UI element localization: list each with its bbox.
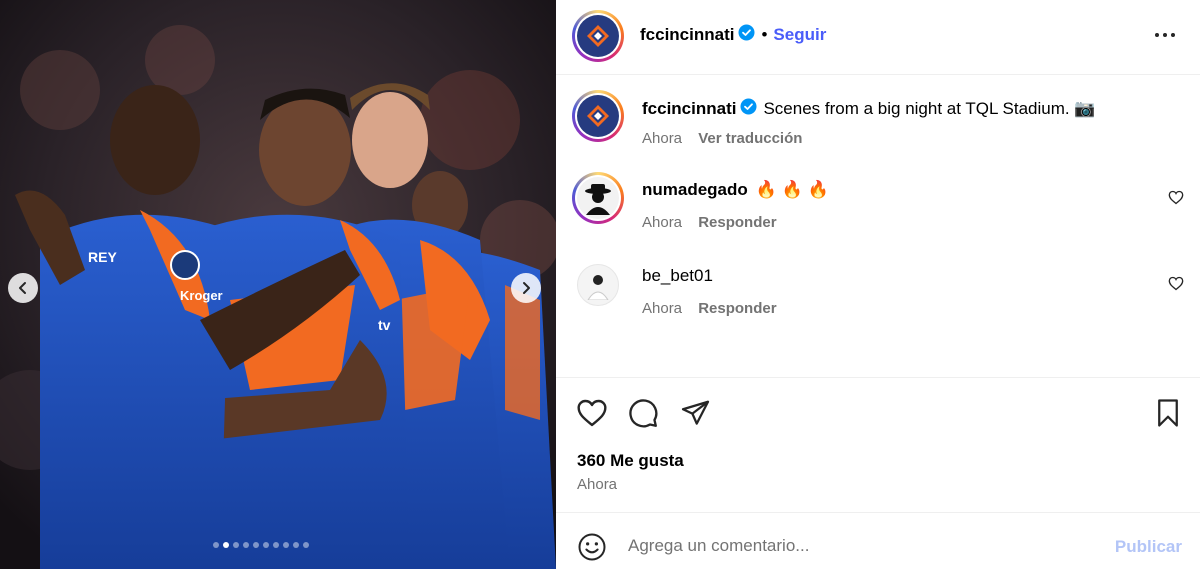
svg-text:REY: REY [88,249,117,265]
comment-username[interactable]: be_bet01 [642,266,713,286]
follow-button[interactable]: Seguir [773,25,826,45]
chevron-left-icon [19,282,26,294]
post-time: Ahora [577,476,618,493]
author-avatar[interactable] [572,10,624,62]
comment-time: Ahora [642,300,683,317]
caption-author-avatar[interactable] [572,90,624,142]
post-actions: 360 Me gusta Ahora [556,377,1200,512]
post-photo: MERC tv Kroger REY [0,0,556,569]
comment-button[interactable] [628,398,659,434]
post-side-panel: fccincinnati • Seguir fccincinnati Scene… [556,0,1200,569]
fc-cincinnati-logo [577,95,619,137]
save-button[interactable] [1154,398,1182,433]
user-avatar-image [577,177,619,219]
carousel-dots [213,542,309,548]
caption-time: Ahora [642,130,683,147]
carousel-dot [303,542,309,548]
fc-cincinnati-logo [577,15,619,57]
reply-button[interactable]: Responder [698,300,776,317]
likes-count[interactable]: 360 Me gusta [577,451,684,471]
add-comment-bar: Publicar [556,512,1200,569]
bookmark-icon [1158,399,1178,427]
separator-dot: • [761,25,768,44]
post-header: fccincinnati • Seguir [556,0,1200,75]
author-username[interactable]: fccincinnati [640,25,734,45]
emoji-icon[interactable] [577,532,607,567]
carousel-dot-active [223,542,229,548]
carousel-next-button[interactable] [511,273,541,303]
comment-input[interactable] [628,533,1088,559]
comment-icon [629,399,658,428]
commenter-avatar[interactable] [577,264,619,306]
carousel-dot [283,542,289,548]
carousel-dot [213,542,219,548]
comment-time: Ahora [642,214,683,231]
chevron-right-icon [523,282,530,294]
carousel-dot [293,542,299,548]
caption-username[interactable]: fccincinnati [642,99,736,119]
comment-item: be_bet01 Ahora Responder [556,258,1200,328]
carousel-dot [263,542,269,548]
carousel-dot [253,542,259,548]
share-icon [681,400,710,425]
translate-link[interactable]: Ver traducción [698,130,802,147]
user-avatar-image [587,275,609,300]
more-options-icon[interactable] [1154,26,1176,49]
post-media[interactable]: MERC tv Kroger REY [0,0,556,569]
commenter-avatar[interactable] [572,172,624,224]
heart-icon[interactable] [1168,276,1184,296]
heart-icon [577,399,607,427]
publish-button[interactable]: Publicar [1115,537,1182,557]
comment-text: 🔥 🔥 🔥 [755,180,829,199]
verified-icon [740,98,757,120]
reply-button[interactable]: Responder [698,214,776,231]
comment-username[interactable]: numadegado [642,180,748,200]
carousel-prev-button[interactable] [8,273,38,303]
heart-icon[interactable] [1168,190,1184,210]
post-caption: fccincinnati Scenes from a big night at … [556,88,1200,158]
svg-text:tv: tv [378,317,391,333]
share-button[interactable] [680,398,711,433]
carousel-dot [273,542,279,548]
like-button[interactable] [576,398,608,433]
carousel-dot [243,542,249,548]
svg-text:Kroger: Kroger [180,288,223,303]
comment-item: numadegado 🔥 🔥 🔥 Ahora Responder [556,172,1200,242]
caption-text: Scenes from a big night at TQL Stadium. … [763,99,1096,118]
verified-icon [738,24,755,46]
carousel-dot [233,542,239,548]
